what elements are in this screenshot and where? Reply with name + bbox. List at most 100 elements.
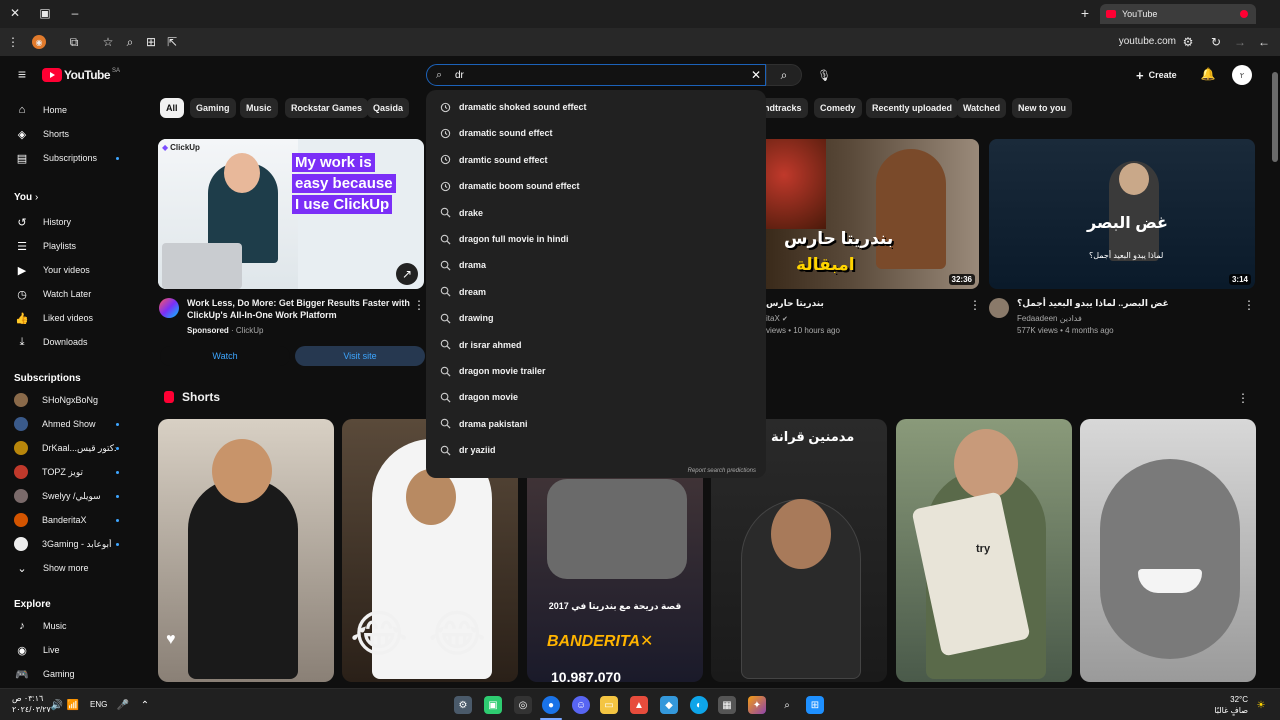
chip-music[interactable]: Music (240, 98, 278, 118)
search-suggestion[interactable]: dramtic sound effect (426, 147, 766, 173)
sidebar-item-downloads[interactable]: ⤓ Downloads (0, 330, 150, 354)
bookmark-star-icon[interactable]: ☆ (100, 34, 116, 50)
url-text[interactable]: youtube.com (1110, 36, 1176, 47)
short-thumbnail-6[interactable] (1080, 419, 1256, 682)
video-more-icon-1[interactable]: ⋮ (969, 298, 981, 312)
microphone-icon[interactable]: 🎤 (114, 696, 132, 714)
chip-new-to-you[interactable]: New to you (1012, 98, 1073, 118)
search-suggestion[interactable]: dragon full movie in hindi (426, 226, 766, 252)
search-suggestion[interactable]: drama (426, 252, 766, 278)
video-thumbnail-2[interactable]: غض البصر لماذا يبدو البعيد أجمل؟ 3:14 (989, 139, 1255, 289)
start-button-icon[interactable]: ⊞ (806, 696, 824, 714)
short-thumbnail-5[interactable]: try (896, 419, 1072, 682)
app-icon-green[interactable]: ▣ (484, 696, 502, 714)
maximize-icon[interactable]: ▣ (38, 6, 52, 20)
install-app-icon[interactable]: ⊞ (143, 34, 159, 50)
media-playing-icon[interactable] (1240, 10, 1248, 18)
search-suggestion[interactable]: dramatic sound effect (426, 120, 766, 146)
search-suggestion[interactable]: dramatic boom sound effect (426, 173, 766, 199)
search-suggestion[interactable]: dr yaziid (426, 437, 766, 463)
search-suggestion[interactable]: drama pakistani (426, 411, 766, 437)
ad-thumbnail[interactable]: ◆ ClickUp My work is easy because I use C… (158, 139, 424, 289)
sidebar-subscription[interactable]: Swelyy /سويلي (0, 484, 150, 508)
sidebar-subscription[interactable]: Ahmed Show (0, 412, 150, 436)
sidebar-subscription[interactable]: SHoNgxBoNg (0, 388, 150, 412)
ad-visit-site-button[interactable]: Visit site (295, 346, 425, 366)
sidebar-item-live[interactable]: ◉ Live (0, 638, 150, 662)
tab-youtube[interactable]: YouTube (1100, 4, 1256, 24)
close-icon[interactable]: ✕ (8, 6, 22, 20)
short-thumbnail-1[interactable]: ♥ (158, 419, 334, 682)
weather-widget[interactable]: 32°C صافٍ غالبًا (1204, 694, 1248, 716)
share-icon[interactable]: ⇱ (164, 34, 180, 50)
search-suggestion[interactable]: drawing (426, 305, 766, 331)
new-tab-icon[interactable]: + (1078, 5, 1092, 21)
sidebar-you-heading[interactable]: You › (14, 192, 38, 203)
chrome-app-icon[interactable]: ● (542, 696, 560, 714)
copilot-app-icon[interactable]: ✦ (748, 696, 766, 714)
chip-comedy[interactable]: Comedy (814, 98, 862, 118)
site-settings-icon[interactable]: ⚙ (1180, 34, 1196, 50)
wifi-icon[interactable]: 📶 (64, 696, 82, 714)
extensions-icon[interactable]: ⧉ (66, 34, 82, 50)
sidebar-item-shorts[interactable]: ◈ Shorts (0, 122, 150, 146)
sidebar-item-history[interactable]: ↺ History (0, 210, 150, 234)
search-suggestion[interactable]: dream (426, 279, 766, 305)
page-scrollbar[interactable] (1272, 60, 1278, 684)
app-icon-orange[interactable]: ▲ (630, 696, 648, 714)
chip-qasida[interactable]: Qasida (367, 98, 410, 118)
minimize-icon[interactable]: – (68, 6, 82, 20)
video-more-icon-2[interactable]: ⋮ (1243, 298, 1255, 312)
report-predictions-link[interactable]: Report search predictions (688, 468, 756, 474)
video-title-2[interactable]: غض البصر.. لماذا يبدو البعيد أجمل؟ (1017, 297, 1217, 309)
scrollbar-thumb[interactable] (1272, 72, 1278, 162)
channel-name-2[interactable]: Fedaadeen فدادين (1017, 313, 1082, 325)
settings-app-icon[interactable]: ⚙ (454, 696, 472, 714)
sidebar-subscription[interactable]: BanderitaX (0, 508, 150, 532)
search-suggestion[interactable]: drake (426, 200, 766, 226)
search-box[interactable]: ⌕ dr ✕ (426, 64, 766, 86)
discord-app-icon[interactable]: ☺ (572, 696, 590, 714)
search-suggestion[interactable]: dramatic shoked sound effect (426, 94, 766, 120)
external-link-icon[interactable]: ↗ (396, 263, 418, 285)
search-input[interactable]: dr (455, 70, 464, 81)
profile-icon[interactable]: ◉ (32, 35, 46, 49)
sidebar-item-liked-videos[interactable]: 👍 Liked videos (0, 306, 150, 330)
tray-chevron-icon[interactable]: ⌃ (136, 696, 154, 714)
ad-title[interactable]: Work Less, Do More: Get Bigger Results F… (187, 297, 415, 321)
sidebar-subscription[interactable]: TOPZ تويز (0, 460, 150, 484)
voice-search-icon[interactable]: 🎙 (812, 65, 836, 85)
sidebar-item-playlists[interactable]: ☰ Playlists (0, 234, 150, 258)
video-thumbnail-1[interactable]: بندريتا حارس امبقالة 32:36 (766, 139, 979, 289)
back-icon[interactable]: ← (1256, 34, 1272, 50)
show-more-button[interactable]: ⌄ Show more (0, 556, 150, 580)
search-suggestion[interactable]: dr israr ahmed (426, 332, 766, 358)
guide-menu-icon[interactable]: ≡ (14, 66, 30, 82)
clickup-avatar[interactable] (159, 298, 179, 318)
sidebar-subscription[interactable]: DrKaal...دكتور قيس (0, 436, 150, 460)
shorts-more-icon[interactable]: ⋮ (1237, 390, 1249, 406)
create-button[interactable]: + Create (1136, 65, 1177, 85)
sidebar-item-subscriptions[interactable]: ▤ Subscriptions (0, 146, 150, 170)
sidebar-item-your-videos[interactable]: ▶ Your videos (0, 258, 150, 282)
notifications-bell-icon[interactable]: 🔔 (1200, 66, 1216, 82)
search-suggestion[interactable]: dragon movie trailer (426, 358, 766, 384)
sidebar-item-watch-later[interactable]: ◷ Watch Later (0, 282, 150, 306)
chip-all[interactable]: All (160, 98, 184, 118)
reload-icon[interactable]: ↻ (1208, 34, 1224, 50)
taskbar-search-icon[interactable]: ⌕ (778, 696, 796, 714)
input-language[interactable]: ENG (90, 700, 107, 709)
clear-search-icon[interactable]: ✕ (751, 68, 761, 82)
zoom-icon[interactable]: ⌕ (122, 34, 138, 50)
youtube-logo[interactable]: YouTube SA (42, 68, 120, 82)
taskbar-clock[interactable]: ٠٣:١٦ ص ٢٠٢٤/٠٣/٢٧ (12, 693, 51, 715)
sidebar-item-gaming[interactable]: 🎮 Gaming (0, 662, 150, 686)
search-suggestion[interactable]: dragon movie (426, 384, 766, 410)
search-button[interactable]: ⌕ (766, 64, 802, 86)
sidebar-item-home[interactable]: ⌂ Home (0, 98, 150, 122)
chip-watched[interactable]: Watched (957, 98, 1007, 118)
store-app-icon[interactable]: ▦ (718, 696, 736, 714)
sidebar-subscription[interactable]: 3Gaming - أبوعابد (0, 532, 150, 556)
chip-gaming[interactable]: Gaming (190, 98, 236, 118)
video-title-1[interactable]: بندريتا حارس (766, 297, 946, 309)
